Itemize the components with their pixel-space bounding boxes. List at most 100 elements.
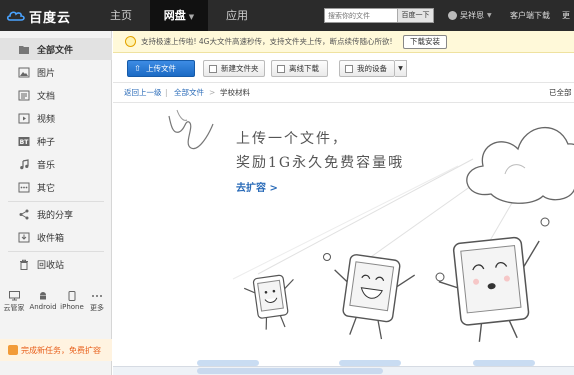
new-folder-icon [209,64,217,73]
sidebar-item-label: 我的分享 [37,210,74,221]
upload-label: 上传文件 [146,64,176,73]
sidebar-item-label: 回收站 [37,260,65,271]
image-icon [18,67,30,78]
sidebar-item-videos[interactable]: 视频 [0,107,112,129]
horizontal-scrollbar[interactable] [113,366,574,375]
sidebar-item-my-share[interactable]: 我的分享 [0,203,112,225]
my-devices-button[interactable]: 我的设备 [339,60,395,77]
logo-text: 百度云 [29,10,72,26]
empty-state-line2: 奖励1G永久免费容量哦 [236,155,405,171]
trash-icon [18,259,30,270]
offline-download-label: 离线下载 [289,64,319,73]
notice-text: 支持极速上传啦! 4G大文件高速秒传，支持文件夹上传，断点续传随心所欲! [141,37,393,46]
video-icon [18,113,30,124]
my-devices-label: 我的设备 [357,64,387,73]
svg-text:BT: BT [20,139,30,146]
music-icon [18,158,30,170]
nav-home-label: 主页 [110,9,132,22]
toolbar: ⇧ 上传文件 新建文件夹 离线下载 我的设备 ▼ [113,53,574,83]
sidebar-item-torrents[interactable]: BT 种子 [0,130,112,152]
more-link[interactable]: 更 [562,0,570,31]
breadcrumb-current: 学校材料 [220,88,250,97]
sidebar-divider [8,251,104,252]
sidebar-item-recycle-bin[interactable]: 回收站 [0,253,112,275]
nav-home[interactable]: 主页 [94,0,148,31]
breadcrumb-root[interactable]: 全部文件 [174,83,204,103]
promo-text: 完成新任务，免费扩容 [21,345,101,355]
search-input[interactable] [325,9,397,22]
android-icon [40,292,46,300]
user-avatar-icon [448,11,457,20]
pc-icon [8,291,20,301]
expand-capacity-link[interactable]: 去扩容 > [236,179,278,194]
baidu-cloud-logo[interactable]: 百度云 [6,6,71,26]
gift-icon [8,345,18,355]
device-android[interactable]: Android [28,291,58,311]
offline-download-icon [277,64,285,73]
sidebar-item-label: 全部文件 [37,45,74,56]
sidebar-item-documents[interactable]: 文档 [0,84,112,106]
empty-state-line1: 上传一个文件， [236,131,348,147]
breadcrumb-separator: > [209,88,216,97]
share-icon [18,209,30,220]
nav-netdisk-label: 网盘 [163,9,186,22]
document-icon [18,90,30,101]
my-devices-dropdown[interactable]: ▼ [395,60,407,77]
sidebar-item-label: 音乐 [37,160,56,171]
smiley-icon [125,36,136,47]
username: 吴祥恩 [460,11,484,20]
sidebar-divider [8,201,104,202]
chevron-down-icon: ▼ [398,65,403,72]
search-button[interactable]: 百度一下 [397,9,433,22]
sidebar: 全部文件 图片 文档 视频 BT 种子 音乐 其它 我的分享 收件箱 回收站 云… [0,31,112,375]
promo-banner[interactable]: 完成新任务，免费扩容 [0,339,112,361]
upload-button[interactable]: ⇧ 上传文件 [127,60,195,77]
sidebar-item-all-files[interactable]: 全部文件 [0,38,112,60]
sidebar-item-label: 其它 [37,183,56,194]
device-more[interactable]: 更多 [86,291,108,313]
upload-icon: ⇧ [134,63,141,73]
breadcrumb-divider: | [165,88,168,97]
user-menu[interactable]: 吴祥恩 ▼ [448,0,492,31]
cloud-logo-icon [6,9,26,23]
device-label: 云管家 [3,304,25,312]
sidebar-item-images[interactable]: 图片 [0,61,112,83]
device-label: iPhone [60,303,84,311]
download-install-button[interactable]: 下载安装 [403,35,447,49]
sidebar-item-label: 种子 [37,137,56,148]
empty-state: 上传一个文件， 奖励1G永久免费容量哦 去扩容 > [113,104,574,366]
device-pc[interactable]: 云管家 [2,291,26,313]
top-bar: 百度云 主页 网盘▼ 应用 百度一下 吴祥恩 ▼ 客户端下载 更 [0,0,574,31]
nav-netdisk[interactable]: 网盘 ▼ [150,0,208,31]
sidebar-item-music[interactable]: 音乐 [0,153,112,175]
bt-icon: BT [18,136,30,147]
sidebar-item-label: 收件箱 [37,233,65,244]
sidebar-item-label: 视频 [37,114,56,125]
breadcrumb: 返回上一级 | 全部文件 > 学校材料 已全部 [113,83,574,103]
device-label: Android [29,303,57,311]
search-box: 百度一下 [324,8,434,23]
iphone-icon [68,291,76,301]
sidebar-item-others[interactable]: 其它 [0,176,112,198]
sidebar-item-inbox[interactable]: 收件箱 [0,226,112,248]
folder-icon [18,44,30,55]
back-link[interactable]: 返回上一级 [124,83,162,103]
sidebar-item-label: 图片 [37,68,56,79]
more-icon [92,295,102,297]
nav-apps[interactable]: 应用 [210,0,264,31]
device-icon [345,64,353,73]
offline-download-button[interactable]: 离线下载 [271,60,328,77]
breadcrumb-right-text: 已全部 [549,88,572,97]
scrollbar-thumb[interactable] [197,368,383,374]
chevron-down-icon: ▼ [487,12,492,19]
inbox-icon [18,232,30,243]
device-iphone[interactable]: iPhone [58,291,86,311]
more-dots-icon [18,182,30,193]
chevron-down-icon: ▼ [188,13,195,21]
sidebar-item-label: 文档 [37,91,56,102]
device-label: 更多 [90,304,104,312]
new-folder-button[interactable]: 新建文件夹 [203,60,265,77]
nav-apps-label: 应用 [226,9,248,22]
client-download-link[interactable]: 客户端下载 [510,0,550,31]
notice-bar: 支持极速上传啦! 4G大文件高速秒传，支持文件夹上传，断点续传随心所欲! 下载安… [113,31,574,53]
